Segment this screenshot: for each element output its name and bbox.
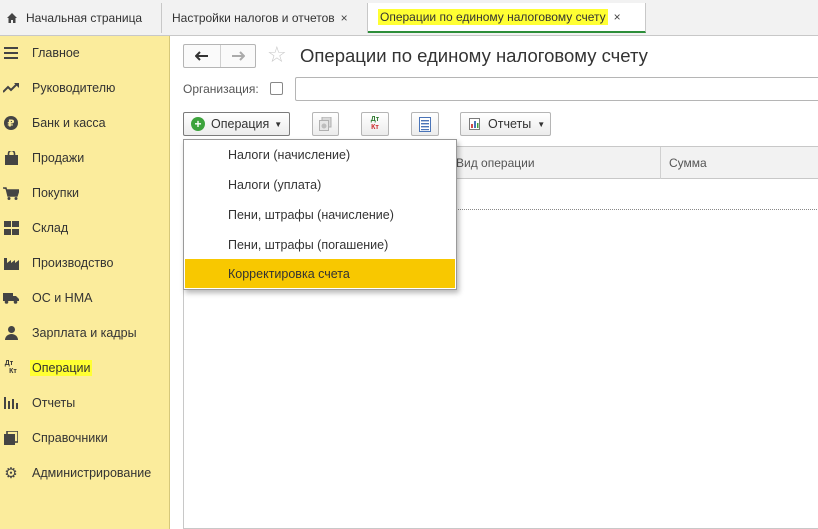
sidebar-item-bank[interactable]: ₽ Банк и касса	[0, 110, 170, 136]
operation-dropdown-menu: Налоги (начисление) Налоги (уплата) Пени…	[183, 139, 457, 290]
sidebar-item-label: Банк и касса	[32, 116, 106, 130]
plus-icon: +	[191, 117, 205, 131]
add-operation-label: Операция	[211, 117, 270, 131]
tab-tax-settings-label: Настройки налогов и отчетов	[172, 11, 335, 25]
tab-home[interactable]: Начальная страница	[0, 3, 162, 33]
reports-label: Отчеты	[488, 117, 532, 131]
bag-icon	[3, 150, 19, 166]
sidebar-item-production[interactable]: Производство	[0, 250, 170, 276]
menu-item-taxes-payment[interactable]: Налоги (уплата)	[185, 170, 455, 199]
sidebar: Главное Руководителю ₽ Банк и касса Прод…	[0, 36, 170, 529]
org-field[interactable]	[295, 77, 818, 101]
back-button[interactable]	[184, 45, 220, 67]
home-icon	[6, 12, 18, 24]
gear-icon: ⚙	[4, 465, 18, 482]
sidebar-item-label: ОС и НМА	[32, 291, 93, 305]
cart-icon	[3, 185, 19, 201]
sidebar-item-reports[interactable]: Отчеты	[0, 390, 170, 416]
org-checkbox[interactable]	[270, 82, 283, 95]
page-title: Операции по единому налоговому счету	[300, 45, 648, 66]
svg-text:₽: ₽	[8, 119, 15, 130]
list-document-icon	[419, 116, 431, 132]
sidebar-item-label: Зарплата и кадры	[32, 326, 137, 340]
tab-tax-settings[interactable]: Настройки налогов и отчетов ×	[162, 3, 368, 33]
close-icon[interactable]: ×	[341, 11, 348, 25]
bar-chart-icon	[3, 395, 19, 411]
sidebar-item-label: Справочники	[32, 431, 108, 445]
sidebar-item-label: Отчеты	[32, 396, 76, 410]
tab-ens-operations-label: Операции по единому налоговому счету	[378, 9, 608, 25]
sidebar-item-main[interactable]: Главное	[0, 40, 170, 66]
tab-bar: Начальная страница Настройки налогов и о…	[0, 0, 818, 36]
dt-kt-icon: Дт Кт	[4, 360, 17, 375]
person-icon	[3, 325, 19, 341]
tab-home-label: Начальная страница	[26, 11, 143, 25]
sidebar-item-label: Склад	[32, 221, 69, 235]
sidebar-item-label: Производство	[32, 256, 114, 270]
report-icon	[469, 118, 480, 130]
document-list-button[interactable]	[411, 112, 439, 136]
favorite-star-icon[interactable]: ☆	[267, 42, 287, 68]
books-icon	[3, 430, 19, 446]
close-icon[interactable]: ×	[614, 10, 621, 24]
org-label: Организация:	[183, 82, 259, 96]
add-operation-button[interactable]: + Операция ▼	[183, 112, 290, 136]
copy-button[interactable]	[312, 112, 339, 136]
dt-label: Дт	[370, 116, 380, 123]
sidebar-item-purchases[interactable]: Покупки	[0, 180, 170, 206]
sidebar-item-catalogs[interactable]: Справочники	[0, 425, 170, 451]
reports-button[interactable]: Отчеты ▼	[460, 112, 551, 136]
sidebar-item-label: Продажи	[32, 151, 85, 165]
postings-button[interactable]: Дт Кт	[361, 112, 389, 136]
caret-down-icon: ▼	[537, 119, 546, 129]
caret-down-icon: ▼	[274, 119, 283, 129]
nav-buttons	[183, 44, 256, 68]
column-header-amount[interactable]: Сумма	[660, 147, 818, 179]
sidebar-item-admin[interactable]: ⚙ Администрирование	[0, 460, 170, 486]
menu-item-account-adjustment[interactable]: Корректировка счета	[185, 259, 455, 288]
menu-item-penalties-repayment[interactable]: Пени, штрафы (погашение)	[185, 230, 455, 259]
warehouse-icon	[3, 220, 19, 236]
sidebar-item-manager[interactable]: Руководителю	[0, 75, 170, 101]
forward-button[interactable]	[219, 45, 256, 67]
arrow-left-icon	[194, 51, 208, 61]
sidebar-item-salary[interactable]: Зарплата и кадры	[0, 320, 170, 346]
sidebar-item-label: Главное	[32, 46, 80, 60]
sidebar-item-label: Администрирование	[32, 466, 152, 480]
tab-ens-operations[interactable]: Операции по единому налоговому счету ×	[368, 3, 646, 33]
menu-item-penalties-accrual[interactable]: Пени, штрафы (начисление)	[185, 200, 455, 229]
column-header-operation-type[interactable]: Вид операции	[447, 147, 660, 179]
sidebar-item-sales[interactable]: Продажи	[0, 145, 170, 171]
menu-item-taxes-accrual[interactable]: Налоги (начисление)	[185, 140, 455, 169]
copy-icon	[319, 117, 332, 131]
kt-label: Кт	[371, 124, 379, 131]
arrow-right-icon	[231, 51, 245, 61]
sidebar-item-label: Покупки	[32, 186, 80, 200]
sidebar-item-label: Операции	[30, 360, 93, 376]
sidebar-item-label: Руководителю	[32, 81, 116, 95]
factory-icon	[3, 255, 19, 271]
ruble-icon: ₽	[3, 115, 19, 131]
trend-icon	[3, 80, 19, 96]
menu-icon	[3, 45, 19, 61]
sidebar-item-operations[interactable]: Дт Кт Операции	[0, 355, 170, 381]
truck-icon	[3, 290, 19, 306]
sidebar-item-assets[interactable]: ОС и НМА	[0, 285, 170, 311]
sidebar-item-warehouse[interactable]: Склад	[0, 215, 170, 241]
